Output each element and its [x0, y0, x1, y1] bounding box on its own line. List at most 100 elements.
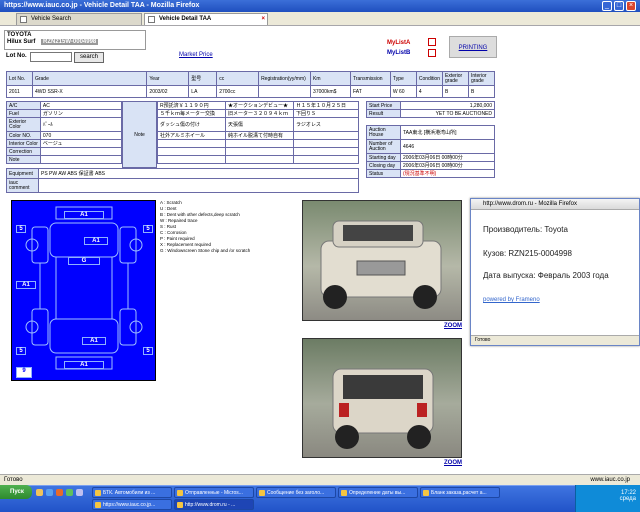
vehicle-title-box: TOYOTA Hilux Surf RZN215W-0004998	[4, 30, 146, 50]
tab-vehicle-search[interactable]: Vehicle Search	[16, 13, 142, 25]
table-cell: 2011	[6, 85, 33, 98]
app-icon	[423, 490, 429, 496]
spec-value: 070	[39, 131, 123, 140]
task-label: Отправленные - Micros...	[185, 490, 243, 496]
minimize-icon[interactable]: _	[602, 1, 612, 11]
clock-day: среда	[619, 496, 636, 502]
vehicle-table: Lot No. Grade Year 型号 cc Registration(yy…	[6, 71, 496, 98]
quicklaunch-icon[interactable]	[76, 489, 83, 496]
quicklaunch-icon[interactable]	[46, 489, 53, 496]
note-cell: ★オークションデビュー★	[225, 101, 294, 110]
table-cell: B	[442, 85, 469, 98]
zone-left-side: A1	[16, 281, 36, 289]
task-button[interactable]: БТК. Автомобили из ...	[92, 487, 172, 498]
zone-front-left: 5	[16, 225, 26, 233]
market-price-link[interactable]: Market Price	[179, 52, 213, 58]
spec-value: AC	[39, 101, 123, 110]
note-cell: 旧メーター３２０９４ｋｍ	[225, 109, 294, 118]
starting-day: 2006年03月06日 00時00分	[400, 153, 495, 162]
tab-label: Vehicle Detail TAA	[159, 16, 212, 22]
task-button-active[interactable]: http://www.drom.ru - ...	[174, 499, 254, 510]
header-cell: Transmission	[349, 71, 391, 86]
vehicle-chassis: RZN215W-0004998	[41, 39, 99, 45]
spec-value: ベージュ	[39, 139, 123, 148]
task-button[interactable]: Бланк заказа,расчет а...	[420, 487, 500, 498]
note-cell: 天張傷	[225, 117, 294, 132]
zoom-link-front[interactable]: ZOOM	[444, 323, 462, 329]
header-cell: Condition	[415, 71, 444, 86]
spec-value: ﾊﾟｰﾙ	[39, 117, 123, 132]
zone-rear-right: 5	[143, 347, 153, 355]
popup-body: Кузов: RZN215-0004998	[483, 249, 572, 258]
note-cell: 純ホイル脱溝て付時自有	[225, 131, 294, 140]
window-title: https://www.iauc.co.jp - Vehicle Detail …	[0, 0, 640, 12]
auction-label: Starting day	[366, 153, 401, 162]
task-button[interactable]: Сообщение без заголо...	[256, 487, 336, 498]
table-cell	[258, 85, 312, 98]
spec-label: Color NO.	[6, 131, 41, 140]
close-icon[interactable]: ×	[626, 1, 636, 11]
spec-label: Correction	[6, 147, 41, 156]
spec-value	[39, 155, 123, 164]
note-cell: 下回りＳ	[293, 109, 359, 118]
mylist-a-checkbox[interactable]	[428, 38, 436, 46]
tab-vehicle-detail[interactable]: Vehicle Detail TAA ×	[144, 13, 268, 25]
drom-popup-window[interactable]: http://www.drom.ru - Mozilla Firefox Про…	[470, 198, 640, 346]
lot-input[interactable]	[30, 52, 72, 62]
zone-hood: A1	[84, 237, 108, 245]
spec-label: Fuel	[6, 109, 41, 118]
car-photo-rear[interactable]	[302, 338, 462, 458]
header-cell: Exterior grade	[442, 71, 469, 86]
status-bar: Готово www.iauc.co.jp	[0, 474, 640, 485]
mylist-a-label: MyListA	[387, 40, 411, 46]
spec-label: Interior Color	[6, 139, 41, 148]
quicklaunch-icon[interactable]	[36, 489, 43, 496]
header-cell: 型号	[188, 71, 218, 86]
spec-value: ガソリン	[39, 109, 123, 118]
task-label: https://www.iauc.co.jp...	[103, 502, 156, 508]
auction-label: Closing day	[366, 161, 401, 170]
task-button[interactable]: Отправленные - Micros...	[174, 487, 254, 498]
table-cell: W 60	[389, 85, 417, 98]
table-row: 2011 4WD SSR-X 2003/02 LA 2700cc 37000km…	[6, 85, 496, 98]
car-photo-front[interactable]	[302, 200, 462, 321]
note-cell: 社外アルミホイール	[157, 131, 226, 140]
header-cell: Lot No.	[6, 71, 33, 86]
task-label: Бланк заказа,расчет а...	[431, 490, 487, 496]
quicklaunch-icon[interactable]	[56, 489, 63, 496]
maximize-icon[interactable]: □	[614, 1, 624, 11]
close-tab-icon[interactable]: ×	[261, 14, 265, 25]
start-button[interactable]: Пуск	[0, 485, 32, 499]
spec-label: A/C	[6, 101, 41, 110]
table-header-row: Lot No. Grade Year 型号 cc Registration(yy…	[6, 71, 496, 86]
mylist-b-checkbox[interactable]	[428, 49, 436, 57]
auction-table: Start Price 1,280,000 Result YET TO BE AUC…	[366, 101, 495, 178]
popup-powered-link[interactable]: powered by Frameno	[483, 297, 540, 303]
popup-release: Дата выпуска: Февраль 2003 года	[483, 271, 609, 280]
auction-result: YET TO BE AUCTIONED	[400, 109, 495, 118]
app-icon	[341, 490, 347, 496]
zone-trunk: A1	[82, 337, 106, 345]
car-outline-icon	[25, 206, 143, 370]
comment-value	[38, 178, 359, 193]
header-cell: Grade	[31, 71, 148, 86]
closing-day: 2006年03月06日 00時00分	[400, 161, 495, 170]
app-icon	[177, 490, 183, 496]
quicklaunch-icon[interactable]	[66, 489, 73, 496]
zoom-link-rear[interactable]: ZOOM	[444, 460, 462, 466]
suv-front-icon	[320, 220, 442, 309]
search-button[interactable]: search	[74, 52, 104, 63]
task-label: БТК. Автомобили из ...	[103, 490, 156, 496]
auction-label: Auction House	[366, 125, 401, 140]
note-cell: Ｈ１５年１０月２５日	[293, 101, 359, 110]
task-button[interactable]: Определение даты вы...	[338, 487, 418, 498]
vehicle-make: TOYOTA	[7, 32, 32, 38]
spec-label: Note	[6, 155, 41, 164]
note-label: Note	[122, 101, 157, 168]
printing-button[interactable]: PRINTING	[449, 36, 497, 58]
table-cell: 4WD SSR-X	[31, 85, 148, 98]
note-cell: ５千ｋｍ毎メーター交換	[157, 109, 226, 118]
mylist-b-label: MyListB	[387, 50, 411, 56]
task-button[interactable]: https://www.iauc.co.jp...	[92, 499, 172, 510]
damage-legend: A : Scratch U : Dent B : Dent with other…	[160, 200, 290, 254]
